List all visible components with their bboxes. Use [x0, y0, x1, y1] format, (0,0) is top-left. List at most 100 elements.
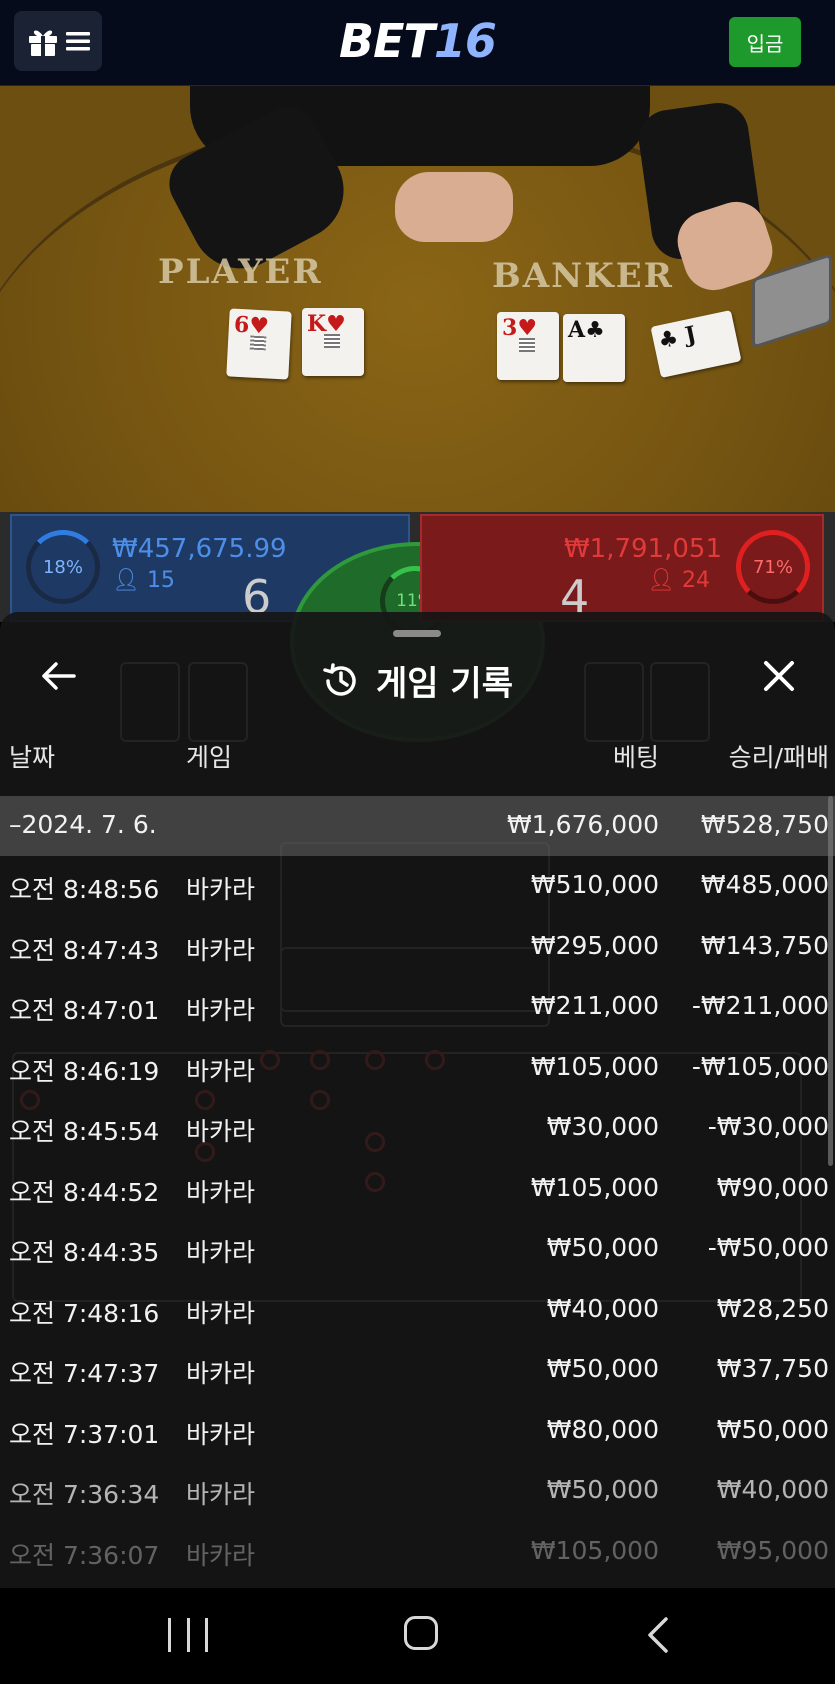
- history-row[interactable]: 오전 7:37:01 바카라 ₩80,000 ₩50,000: [0, 1401, 835, 1462]
- history-row[interactable]: 오전 8:48:56 바카라 ₩510,000 ₩485,000: [0, 856, 835, 917]
- row-time: 오전 7:36:34: [9, 1480, 160, 1509]
- row-game: 바카라: [186, 1056, 256, 1086]
- player-card: K♥: [302, 308, 364, 376]
- row-winloss: ₩485,000: [700, 870, 829, 899]
- row-winloss: -₩30,000: [707, 1112, 829, 1141]
- history-row[interactable]: 오전 7:47:37 바카라 ₩50,000 ₩37,750: [0, 1340, 835, 1401]
- sheet-drag-handle[interactable]: [393, 630, 441, 637]
- column-bet[interactable]: 베팅: [613, 738, 659, 774]
- summary-winloss: ₩528,750: [700, 810, 829, 839]
- row-bet: ₩30,000: [546, 1112, 659, 1141]
- summary-bet: ₩1,676,000: [507, 810, 659, 839]
- row-winloss: -₩105,000: [691, 1051, 829, 1081]
- history-icon: [323, 662, 356, 696]
- row-bet: ₩105,000: [530, 1172, 659, 1202]
- banker-bet-panel[interactable]: 71% ₩1,791,051 👤︎ 24 4: [420, 514, 824, 624]
- top-bar: BET16 입금: [0, 0, 835, 86]
- history-row[interactable]: 오전 8:45:54 바카라 ₩30,000 -₩30,000: [0, 1098, 835, 1159]
- column-game[interactable]: 게임: [186, 738, 232, 774]
- column-winloss[interactable]: 승리/패배: [729, 738, 829, 774]
- row-bet: ₩105,000: [530, 1051, 659, 1081]
- bet-stats: 18% ₩457,675.99 👤︎ 15 6 11% 71% ₩1,791,0…: [0, 512, 835, 742]
- row-game: 바카라: [186, 1419, 256, 1449]
- sheet-header: 게임 기록: [0, 656, 835, 705]
- row-bet: ₩50,000: [546, 1354, 659, 1383]
- row-bet: ₩50,000: [546, 1475, 659, 1504]
- row-bet: ₩295,000: [530, 930, 659, 960]
- scrollbar[interactable]: [828, 796, 833, 1166]
- row-game: 바카라: [186, 875, 256, 904]
- player-table-label: PLAYER: [158, 252, 323, 292]
- row-game: 바카라: [186, 1177, 256, 1207]
- user-icon: 👤︎: [112, 568, 140, 593]
- brand-logo[interactable]: BET16: [0, 14, 835, 68]
- row-game: 바카라: [186, 1117, 256, 1146]
- row-winloss: ₩95,000: [716, 1535, 829, 1565]
- row-time: 오전 8:47:01: [9, 996, 160, 1025]
- sheet-title: 게임 기록: [376, 664, 513, 704]
- close-button[interactable]: [759, 656, 799, 696]
- dealer-hand: [395, 172, 513, 242]
- history-row[interactable]: 오전 7:36:07 바카라 ₩105,000 ₩95,000: [0, 1522, 835, 1583]
- row-game: 바카라: [186, 1238, 256, 1267]
- row-time: 오전 8:46:19: [9, 1056, 160, 1086]
- row-time: 오전 7:37:01: [9, 1419, 160, 1449]
- row-bet: ₩510,000: [530, 870, 659, 899]
- player-bet-amount: ₩457,675.99: [112, 534, 287, 564]
- row-winloss: -₩50,000: [707, 1233, 829, 1262]
- banker-table-label: BANKER: [492, 256, 674, 296]
- row-game: 바카라: [186, 935, 256, 965]
- history-list[interactable]: –2024. 7. 6. ₩1,676,000 ₩528,750 오전 8:48…: [0, 796, 835, 1582]
- banker-bet-amount: ₩1,791,051: [563, 534, 722, 564]
- history-row[interactable]: 오전 7:36:34 바카라 ₩50,000 ₩40,000: [0, 1461, 835, 1522]
- history-row[interactable]: 오전 8:44:52 바카라 ₩105,000 ₩90,000: [0, 1159, 835, 1220]
- row-time: 오전 8:45:54: [9, 1117, 160, 1146]
- row-winloss: ₩143,750: [700, 930, 829, 960]
- row-bet: ₩40,000: [546, 1293, 659, 1323]
- history-row[interactable]: 오전 8:46:19 바카라 ₩105,000 -₩105,000: [0, 1038, 835, 1099]
- banker-percent-ring: 71%: [736, 530, 810, 604]
- banker-bettor-count: 👤︎ 24: [647, 568, 710, 593]
- history-row[interactable]: 오전 8:47:43 바카라 ₩295,000 ₩143,750: [0, 917, 835, 978]
- row-winloss: ₩90,000: [716, 1172, 829, 1202]
- row-game: 바카라: [186, 1540, 256, 1570]
- game-history-sheet: 게임 기록 날짜 게임 베팅 승리/패배 –2024. 7. 6. ₩1,676…: [0, 612, 835, 1588]
- banker-card: 3♥: [497, 312, 559, 380]
- column-date[interactable]: 날짜: [9, 738, 55, 774]
- player-percent-ring: 18%: [26, 530, 100, 604]
- history-row[interactable]: 오전 8:47:01 바카라 ₩211,000 -₩211,000: [0, 977, 835, 1038]
- row-game: 바카라: [186, 1298, 256, 1328]
- row-bet: ₩211,000: [530, 991, 659, 1020]
- row-game: 바카라: [186, 1359, 256, 1388]
- row-bet: ₩80,000: [546, 1414, 659, 1444]
- row-winloss: ₩40,000: [716, 1475, 829, 1504]
- banker-card: A♣: [563, 314, 625, 382]
- row-bet: ₩105,000: [530, 1535, 659, 1565]
- row-bet: ₩50,000: [546, 1233, 659, 1262]
- back-nav-icon[interactable]: [640, 1616, 676, 1654]
- player-card: 6♥: [226, 308, 292, 380]
- row-game: 바카라: [186, 1480, 256, 1509]
- user-icon: 👤︎: [647, 568, 675, 593]
- history-row[interactable]: 오전 7:48:16 바카라 ₩40,000 ₩28,250: [0, 1280, 835, 1341]
- system-nav-bar: [0, 1588, 835, 1684]
- row-time: 오전 8:44:35: [9, 1238, 160, 1267]
- row-winloss: ₩50,000: [716, 1414, 829, 1444]
- player-bettor-count: 👤︎ 15: [112, 568, 175, 593]
- close-icon: [764, 661, 794, 691]
- row-game: 바카라: [186, 996, 256, 1025]
- row-winloss: ₩37,750: [716, 1354, 829, 1383]
- row-time: 오전 7:48:16: [9, 1298, 160, 1328]
- row-time: 오전 8:48:56: [9, 875, 160, 904]
- date-summary-row[interactable]: –2024. 7. 6. ₩1,676,000 ₩528,750: [0, 796, 835, 856]
- row-time: 오전 7:36:07: [9, 1540, 160, 1570]
- summary-date: –2024. 7. 6.: [9, 810, 157, 839]
- row-time: 오전 8:44:52: [9, 1177, 160, 1207]
- table-header: 날짜 게임 베팅 승리/패배: [0, 732, 835, 776]
- row-time: 오전 8:47:43: [9, 935, 160, 965]
- home-button[interactable]: [404, 1616, 438, 1650]
- row-winloss: -₩211,000: [691, 991, 829, 1020]
- recent-apps-button[interactable]: [168, 1618, 208, 1652]
- deposit-button[interactable]: 입금: [729, 17, 801, 67]
- history-row[interactable]: 오전 8:44:35 바카라 ₩50,000 -₩50,000: [0, 1219, 835, 1280]
